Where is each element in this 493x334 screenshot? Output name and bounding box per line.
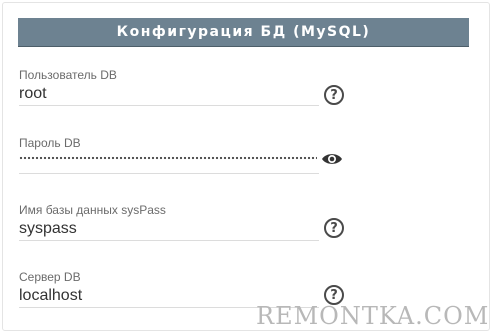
help-circle-icon[interactable]: ? (324, 218, 344, 238)
db-user-underline (19, 105, 319, 106)
watermark: REMONTKA.COM (256, 302, 490, 330)
db-name-underline (19, 240, 319, 241)
db-name-field[interactable]: Имя базы данных sysPass syspass (19, 203, 349, 241)
db-password-input[interactable] (19, 155, 317, 161)
db-password-underline (19, 173, 319, 174)
section-title: Конфигурация БД (MySQL) (116, 24, 371, 40)
db-server-field[interactable]: Сервер DB localhost (19, 270, 349, 308)
db-user-input[interactable]: root (19, 84, 349, 103)
db-name-label: Имя базы данных sysPass (19, 203, 166, 217)
db-password-field[interactable]: Пароль DB (19, 136, 349, 174)
db-user-label: Пользователь DB (19, 68, 117, 82)
section-header: Конфигурация БД (MySQL) (18, 18, 469, 46)
help-circle-icon[interactable]: ? (324, 85, 344, 105)
db-user-field[interactable]: Пользователь DB root (19, 68, 349, 106)
db-password-label: Пароль DB (19, 136, 81, 150)
eye-icon[interactable] (321, 152, 343, 166)
db-server-label: Сервер DB (19, 270, 81, 284)
db-name-input[interactable]: syspass (19, 219, 349, 238)
